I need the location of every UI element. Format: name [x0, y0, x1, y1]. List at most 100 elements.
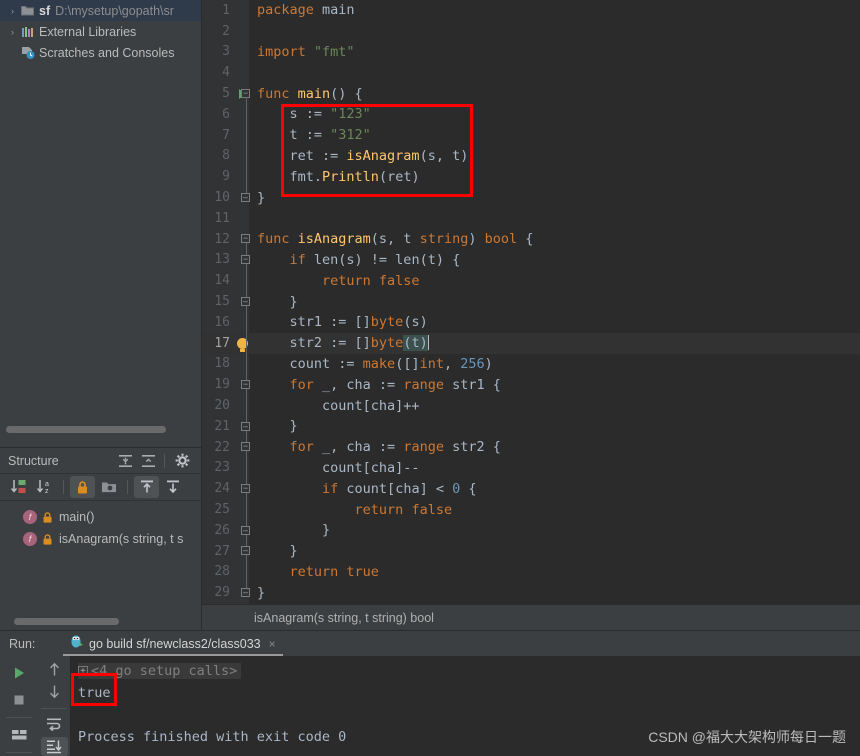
code-line-6[interactable]: 6 s := "123"	[202, 104, 860, 125]
tree-item-scratches-label: Scratches and Consoles	[39, 45, 175, 60]
code-line-22[interactable]: 22 for _, cha := range str2 {	[202, 437, 860, 458]
code-text-24: if count[cha] < 0 {	[322, 480, 477, 497]
fold-toggle-icon[interactable]: −	[241, 255, 250, 265]
text-caret	[427, 335, 429, 351]
toolbar-divider	[164, 453, 165, 468]
code-line-16[interactable]: 16 str1 := []byte(s)	[202, 312, 860, 333]
close-icon[interactable]: ×	[269, 637, 276, 651]
fold-toggle-icon[interactable]: −	[241, 442, 250, 452]
code-line-29[interactable]: 29}	[202, 582, 860, 603]
code-line-8[interactable]: 8 ret := isAnagram(s, t)	[202, 146, 860, 167]
show-anonymous-classes-icon[interactable]	[96, 476, 121, 498]
structure-item-main[interactable]: f main()	[0, 506, 201, 528]
libraries-icon	[19, 26, 36, 38]
code-text-29: }	[257, 584, 266, 601]
structure-item-isanagram-label: isAnagram(s string, t s	[59, 532, 184, 546]
code-line-23[interactable]: 23 count[cha]--	[202, 458, 860, 479]
expand-all-icon[interactable]	[114, 451, 136, 471]
code-line-5[interactable]: 5 func main() {	[202, 83, 860, 104]
project-tree-panel[interactable]: › sf D:\mysetup\gopath\sr › External Lib…	[0, 0, 201, 437]
structure-item-main-label: main()	[59, 510, 95, 524]
sort-alphabetically-icon[interactable]: a z	[32, 476, 57, 498]
structure-title: Structure	[8, 453, 59, 468]
code-text-18: count := make([]int, 256)	[257, 355, 493, 372]
code-line-14[interactable]: 14 return false	[202, 270, 860, 291]
up-arrow-icon[interactable]	[41, 660, 68, 679]
code-line-25[interactable]: 25 return false	[202, 499, 860, 520]
fold-toggle-icon[interactable]: –	[241, 296, 250, 306]
code-surface[interactable]: 1 package main 2 3 import "fmt" 4 5 func main()…	[202, 0, 860, 604]
tree-item-external-libraries[interactable]: › External Libraries	[0, 21, 201, 42]
tree-item-sf-label: sf	[39, 3, 51, 18]
code-line-21[interactable]: 21 }	[202, 416, 860, 437]
code-line-24[interactable]: 24 if count[cha] < 0 {	[202, 478, 860, 499]
structure-horizontal-scrollbar[interactable]	[14, 618, 119, 625]
tree-item-sf[interactable]: › sf D:\mysetup\gopath\sr	[0, 0, 201, 21]
code-line-28[interactable]: 28 return true	[202, 562, 860, 583]
code-line-17[interactable]: 17 str2 := []byte(t)	[202, 332, 860, 354]
code-line-18[interactable]: 18 count := make([]int, 256)	[202, 354, 860, 375]
structure-item-isanagram[interactable]: f isAnagram(s string, t s	[0, 528, 201, 550]
run-icon[interactable]	[6, 661, 33, 685]
fold-toggle-icon[interactable]: –	[241, 421, 250, 431]
code-line-9[interactable]: 9 fmt.Println(ret)	[202, 166, 860, 187]
run-tab-bar: Run: go build sf/newclass2/class033 ×	[0, 631, 860, 656]
layout-icon[interactable]	[6, 723, 33, 747]
structure-toolbar: a z	[0, 474, 201, 501]
fold-toggle-icon[interactable]: –	[241, 546, 250, 556]
fold-toggle-icon[interactable]: −	[241, 379, 250, 389]
ide-window: › sf D:\mysetup\gopath\sr › External Lib…	[0, 0, 860, 756]
breadcrumb-label: isAnagram(s string, t string) bool	[254, 610, 434, 625]
code-line-7[interactable]: 7 t := "312"	[202, 125, 860, 146]
console-collapsed-group[interactable]: + <4 go setup calls>	[78, 663, 242, 679]
fold-toggle-icon[interactable]: −	[241, 483, 250, 493]
fold-toggle-icon[interactable]: –	[241, 192, 250, 202]
show-inherited-icon[interactable]	[134, 476, 159, 498]
down-arrow-icon[interactable]	[41, 682, 68, 701]
code-text-25: return false	[354, 501, 453, 518]
code-line-3[interactable]: 3 import "fmt"	[202, 42, 860, 63]
collapse-all-icon[interactable]	[137, 451, 159, 471]
structure-member-list[interactable]: f main() f isAnagram(s string, t s	[0, 501, 201, 550]
expand-plus-icon[interactable]: +	[78, 666, 88, 676]
console-collapsed-row[interactable]: + <4 go setup calls>	[78, 660, 860, 682]
run-tool-window: Run: go build sf/newclass2/class033 × + …	[0, 630, 860, 756]
code-line-20[interactable]: 20 count[cha]++	[202, 395, 860, 416]
code-line-1[interactable]: 1 package main	[202, 0, 860, 21]
code-editor[interactable]: 1 package main 2 3 import "fmt" 4 5 func main()…	[202, 0, 860, 604]
code-line-27[interactable]: 27 }	[202, 541, 860, 562]
code-line-13[interactable]: 13 if len(s) != len(t) {	[202, 250, 860, 271]
run-tab[interactable]: go build sf/newclass2/class033 ×	[63, 631, 283, 656]
code-text-26: }	[257, 522, 331, 539]
show-fields-icon[interactable]	[160, 476, 185, 498]
run-tab-label: go build sf/newclass2/class033	[89, 636, 261, 651]
fold-toggle-icon[interactable]: –	[241, 525, 250, 535]
tree-item-scratches-and-consoles[interactable]: Scratches and Consoles	[0, 42, 201, 63]
code-line-10[interactable]: 10}	[202, 187, 860, 208]
soft-wrap-icon[interactable]	[41, 714, 68, 733]
breadcrumb[interactable]: isAnagram(s string, t string) bool	[202, 604, 860, 630]
code-line-2[interactable]: 2	[202, 21, 860, 42]
code-text-22: for _, cha := range str2 {	[289, 439, 501, 456]
code-line-4[interactable]: 4	[202, 62, 860, 83]
chevron-right-icon[interactable]: ›	[6, 27, 19, 37]
project-tree-horizontal-scrollbar[interactable]	[6, 426, 166, 433]
toolbar-divider	[127, 480, 128, 494]
chevron-right-icon[interactable]: ›	[6, 6, 19, 16]
stop-icon[interactable]	[6, 687, 33, 711]
tree-item-external-libraries-label: External Libraries	[39, 24, 137, 39]
code-line-12[interactable]: 12 func isAnagram(s, t string) bool {	[202, 229, 860, 250]
scroll-to-end-icon[interactable]	[40, 736, 68, 756]
code-text-13: if len(s) != len(t) {	[289, 251, 461, 268]
sort-by-visibility-icon[interactable]	[6, 476, 31, 498]
show-non-public-icon[interactable]	[70, 476, 95, 498]
code-text-12: func isAnagram(s, t string) bool {	[257, 231, 534, 248]
fold-toggle-icon[interactable]: –	[241, 587, 250, 597]
code-line-19[interactable]: 19 for _, cha := range str1 {	[202, 374, 860, 395]
code-line-15[interactable]: 15 }	[202, 291, 860, 312]
code-line-11[interactable]: 11	[202, 208, 860, 229]
run-toolbar-primary	[0, 656, 38, 756]
go-gopher-icon	[70, 634, 84, 654]
code-line-26[interactable]: 26 }	[202, 520, 860, 541]
settings-gear-icon[interactable]	[171, 451, 193, 471]
